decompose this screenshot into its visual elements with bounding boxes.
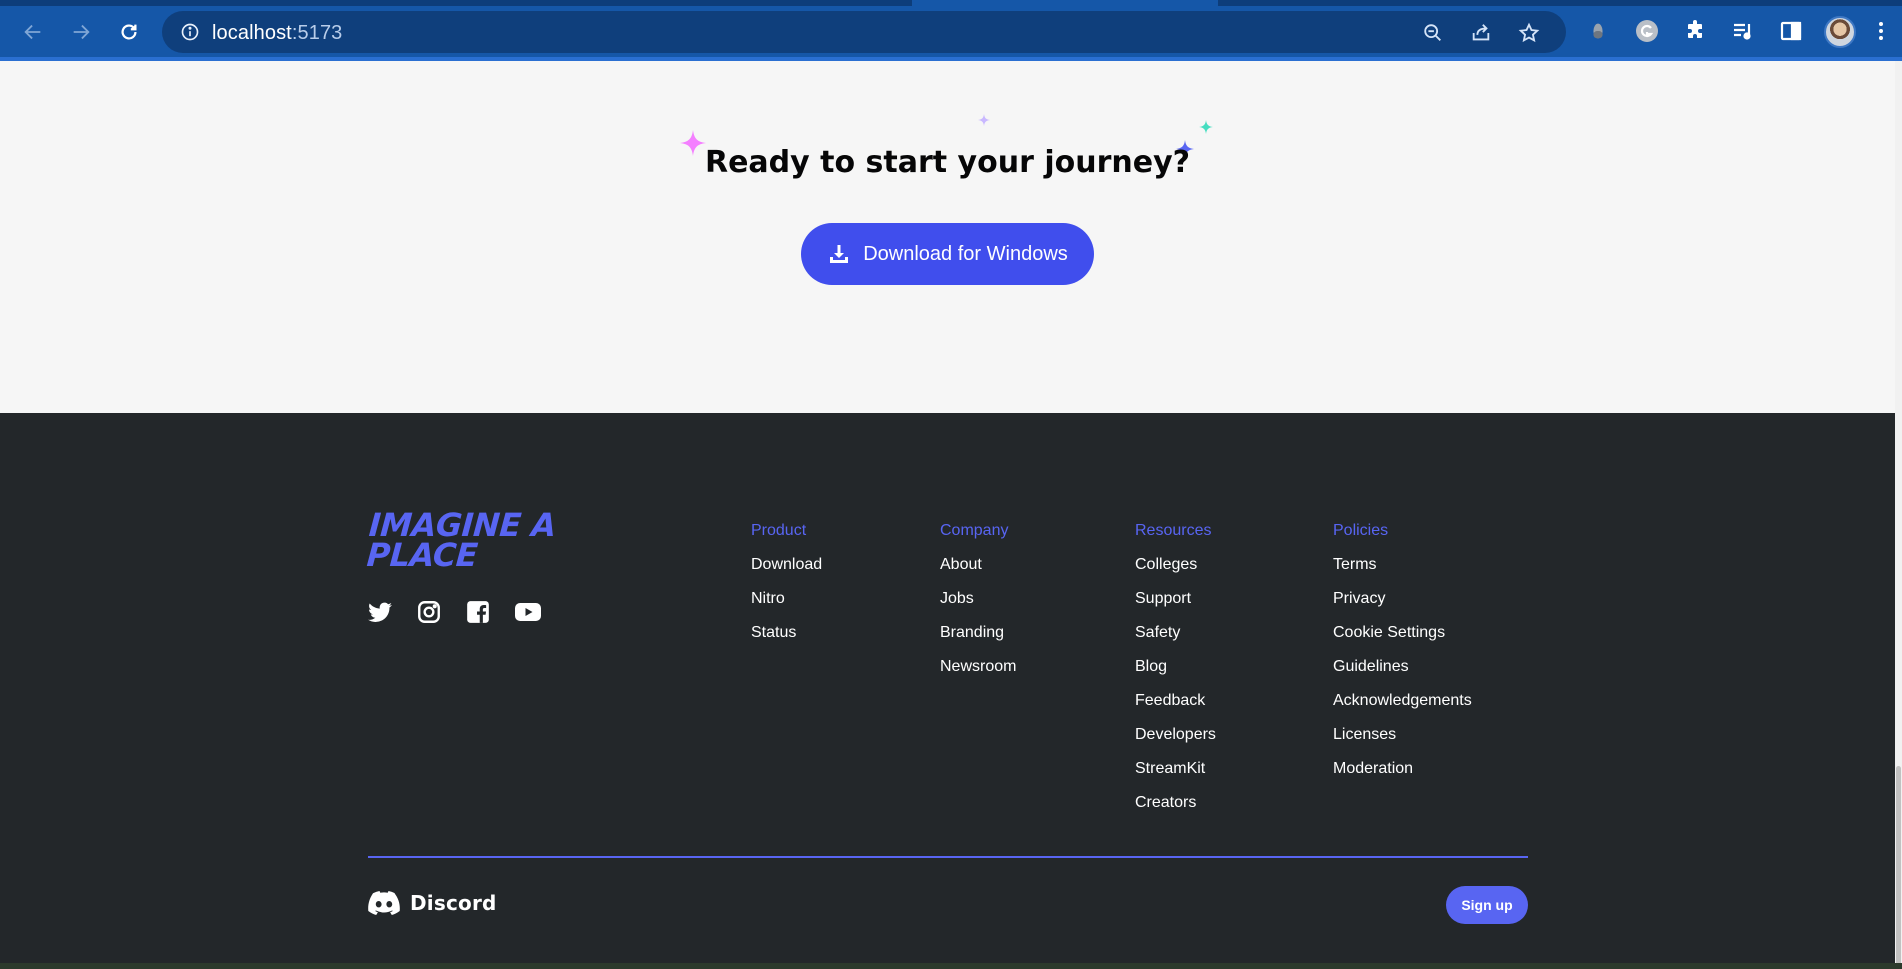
footer-link-safety[interactable]: Safety bbox=[1135, 624, 1216, 641]
footer-link-moderation[interactable]: Moderation bbox=[1333, 760, 1472, 777]
footer-link-colleges[interactable]: Colleges bbox=[1135, 556, 1216, 573]
footer-link-creators[interactable]: Creators bbox=[1135, 794, 1216, 811]
footer-column-product: Product Download Nitro Status bbox=[751, 522, 822, 658]
arrow-right-icon bbox=[73, 24, 90, 40]
side-panel-button[interactable] bbox=[1778, 18, 1804, 44]
column-heading: Policies bbox=[1333, 522, 1389, 539]
footer-link-status[interactable]: Status bbox=[751, 624, 822, 641]
discord-icon bbox=[368, 891, 400, 915]
lavender-sparkle-icon bbox=[978, 114, 990, 126]
reload-icon bbox=[121, 24, 137, 40]
footer-link-about[interactable]: About bbox=[940, 556, 1016, 573]
share-icon[interactable] bbox=[1470, 22, 1492, 44]
column-heading: Product bbox=[751, 522, 807, 539]
url-text[interactable]: localhost:5173 bbox=[212, 22, 342, 45]
footer-link-cookie-settings[interactable]: Cookie Settings bbox=[1333, 624, 1472, 641]
instagram-icon[interactable] bbox=[416, 599, 442, 625]
extension-icon-1[interactable] bbox=[1585, 18, 1611, 44]
column-heading: Resources bbox=[1135, 522, 1212, 539]
footer-link-guidelines[interactable]: Guidelines bbox=[1333, 658, 1472, 675]
twitter-icon[interactable] bbox=[367, 599, 393, 625]
footer-column-policies: Policies Terms Privacy Cookie Settings G… bbox=[1333, 522, 1472, 794]
footer-link-jobs[interactable]: Jobs bbox=[940, 590, 1016, 607]
puzzle-piece-icon bbox=[1688, 20, 1702, 38]
discord-logo[interactable]: Discord bbox=[368, 891, 497, 915]
footer-link-developers[interactable]: Developers bbox=[1135, 726, 1216, 743]
footer-link-licenses[interactable]: Licenses bbox=[1333, 726, 1472, 743]
download-icon bbox=[830, 245, 849, 263]
more-vertical-icon bbox=[1879, 22, 1883, 40]
page-scrollbar[interactable] bbox=[1895, 61, 1902, 969]
footer-link-terms[interactable]: Terms bbox=[1333, 556, 1472, 573]
capsule-icon bbox=[1593, 23, 1603, 39]
extensions-button[interactable] bbox=[1682, 18, 1708, 44]
extension-icon-2[interactable] bbox=[1634, 18, 1660, 44]
footer-link-download[interactable]: Download bbox=[751, 556, 822, 573]
footer-link-branding[interactable]: Branding bbox=[940, 624, 1016, 641]
footer-link-feedback[interactable]: Feedback bbox=[1135, 692, 1216, 709]
forward-button[interactable] bbox=[63, 14, 99, 50]
side-panel-icon bbox=[1780, 21, 1802, 41]
info-icon[interactable] bbox=[180, 22, 200, 42]
media-control-button[interactable] bbox=[1730, 18, 1756, 44]
footer-link-privacy[interactable]: Privacy bbox=[1333, 590, 1472, 607]
cta-heading: Ready to start your journey? bbox=[704, 145, 1191, 180]
arrow-left-icon bbox=[24, 24, 41, 40]
cta-section: Ready to start your journey? Download fo… bbox=[0, 61, 1895, 413]
footer-divider bbox=[368, 856, 1528, 858]
footer-link-streamkit[interactable]: StreamKit bbox=[1135, 760, 1216, 777]
footer-link-nitro[interactable]: Nitro bbox=[751, 590, 822, 607]
browser-chrome: localhost:5173 bbox=[0, 0, 1902, 61]
facebook-icon[interactable] bbox=[465, 599, 491, 625]
sign-up-button[interactable]: Sign up bbox=[1446, 886, 1528, 924]
reload-button[interactable] bbox=[111, 14, 147, 50]
footer-link-acknowledgements[interactable]: Acknowledgements bbox=[1333, 692, 1472, 709]
brand-wordmark: Discord bbox=[410, 891, 497, 915]
download-button-label: Download for Windows bbox=[863, 242, 1068, 265]
grammar-g-icon bbox=[1636, 20, 1658, 42]
site-footer: IMAGINE A PLACE Product Download Nitro S… bbox=[0, 413, 1895, 969]
column-heading: Company bbox=[940, 522, 1009, 539]
youtube-icon[interactable] bbox=[514, 599, 542, 625]
zoom-out-icon[interactable] bbox=[1422, 22, 1444, 44]
browser-menu-button[interactable] bbox=[1868, 18, 1894, 44]
teal-sparkle-icon bbox=[1199, 120, 1213, 134]
bookmark-star-icon[interactable] bbox=[1518, 22, 1540, 44]
url-port: :5173 bbox=[291, 22, 343, 44]
scrollbar-thumb[interactable] bbox=[1896, 766, 1901, 966]
download-for-windows-button[interactable]: Download for Windows bbox=[801, 223, 1094, 285]
music-queue-icon bbox=[1734, 23, 1751, 40]
footer-link-blog[interactable]: Blog bbox=[1135, 658, 1216, 675]
address-bar[interactable]: localhost:5173 bbox=[162, 11, 1566, 53]
footer-link-support[interactable]: Support bbox=[1135, 590, 1216, 607]
back-button[interactable] bbox=[15, 14, 51, 50]
footer-column-company: Company About Jobs Branding Newsroom bbox=[940, 522, 1016, 692]
footer-column-resources: Resources Colleges Support Safety Blog F… bbox=[1135, 522, 1216, 828]
footer-link-newsroom[interactable]: Newsroom bbox=[940, 658, 1016, 675]
footer-tagline: IMAGINE A PLACE bbox=[365, 506, 558, 574]
page-bottom-edge bbox=[0, 963, 1902, 969]
profile-avatar[interactable] bbox=[1824, 16, 1856, 48]
url-host: localhost bbox=[212, 22, 292, 44]
